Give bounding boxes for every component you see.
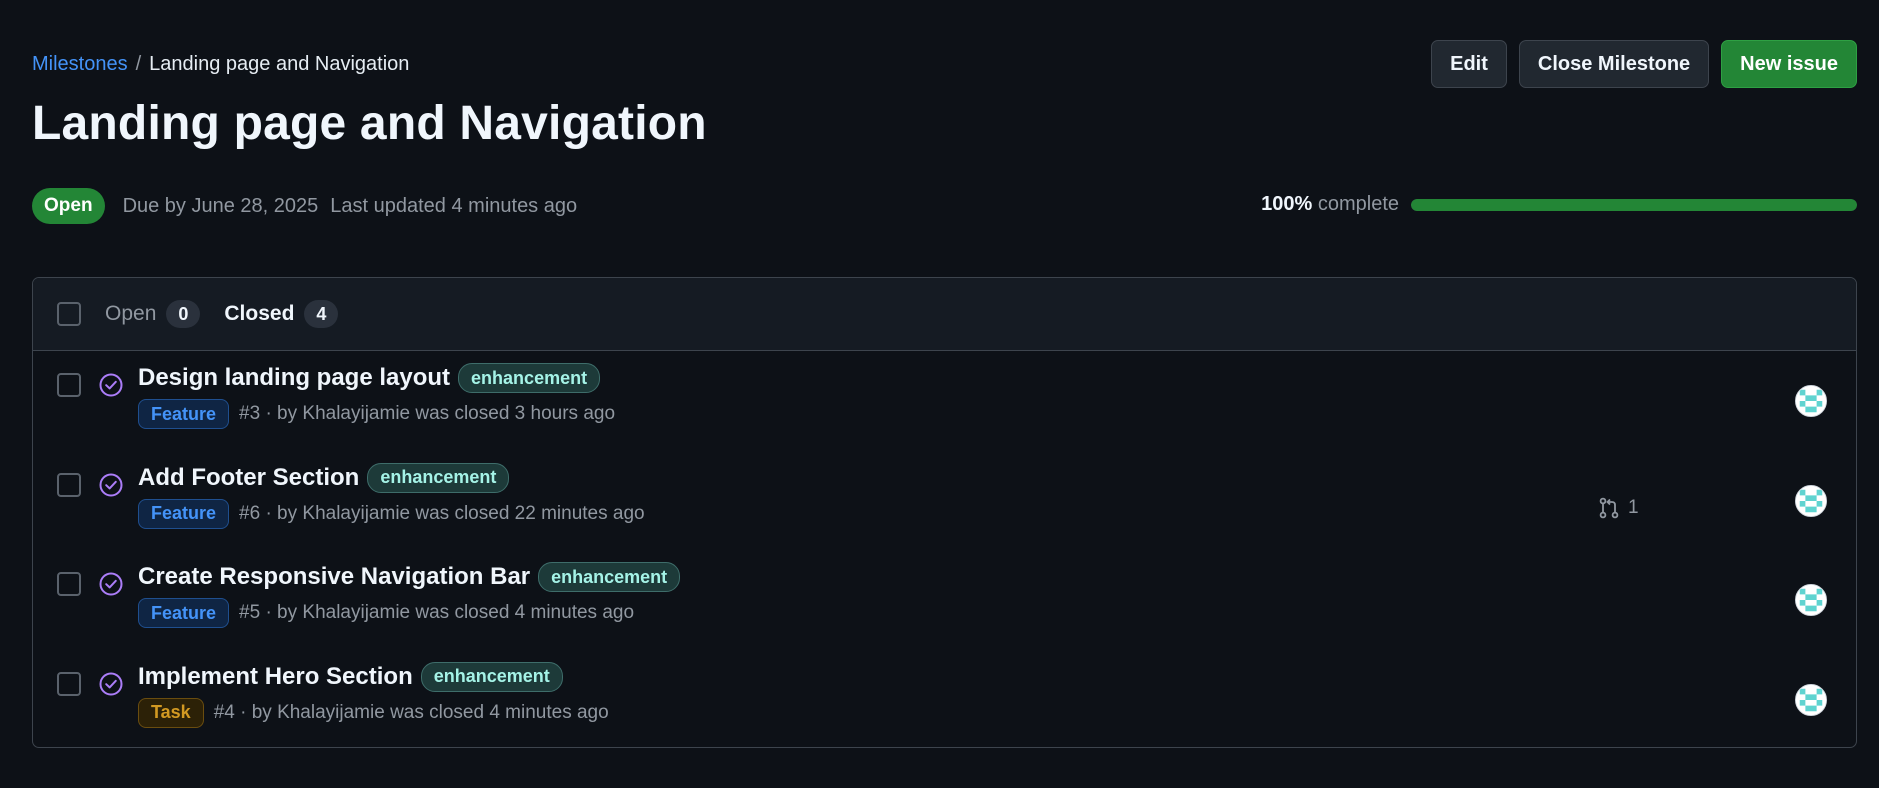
breadcrumb-current: Landing page and Navigation xyxy=(149,53,410,75)
issue-title-link[interactable]: Create Responsive Navigation Bar xyxy=(138,563,530,591)
select-all-checkbox[interactable] xyxy=(57,302,81,326)
issue-closed-icon xyxy=(99,473,123,496)
issues-list-header: Open 0 Closed 4 xyxy=(33,278,1856,351)
progress-bar-fill xyxy=(1411,198,1857,211)
filter-open-tab[interactable]: Open 0 xyxy=(105,300,201,328)
git-pull-request-icon xyxy=(1599,497,1619,518)
issue-row: Implement Hero Section enhancement Task … xyxy=(33,650,1856,748)
issue-closed-icon xyxy=(99,572,123,596)
issue-type-badge[interactable]: Feature xyxy=(138,498,230,529)
due-date: Due by June 28, 2025 xyxy=(122,194,319,217)
issue-checkbox[interactable] xyxy=(57,472,81,497)
issue-meta: #5 · by Khalayijamie was closed 4 minute… xyxy=(239,602,635,623)
issue-label[interactable]: enhancement xyxy=(420,661,563,692)
issue-type-badge[interactable]: Feature xyxy=(138,399,230,429)
issue-content: Design landing page layout enhancement F… xyxy=(138,363,615,429)
assignee-avatar[interactable] xyxy=(1795,484,1827,517)
last-updated: Last updated 4 minutes ago xyxy=(330,194,578,217)
issue-label[interactable]: enhancement xyxy=(538,562,681,592)
issue-row: Create Responsive Navigation Bar enhance… xyxy=(33,550,1856,650)
assignee-avatar[interactable] xyxy=(1795,683,1827,716)
issue-meta: #3 · by Khalayijamie was closed 3 hours … xyxy=(239,403,616,424)
issue-title-link[interactable]: Add Footer Section xyxy=(138,464,359,492)
breadcrumb-milestones-link[interactable]: Milestones xyxy=(32,53,128,76)
issue-checkbox[interactable] xyxy=(57,373,81,397)
issue-type-badge[interactable]: Feature xyxy=(138,598,230,628)
issue-label[interactable]: enhancement xyxy=(367,462,510,493)
new-issue-button[interactable]: New issue xyxy=(1721,40,1857,88)
close-milestone-button[interactable]: Close Milestone xyxy=(1518,40,1710,88)
filter-closed-tab[interactable]: Closed 4 xyxy=(224,300,339,328)
filter-open-label: Open xyxy=(105,302,157,325)
progress-bar xyxy=(1411,198,1857,211)
status-badge: Open xyxy=(32,188,105,224)
linked-pull-requests[interactable]: 1 xyxy=(1598,497,1639,519)
issue-checkbox[interactable] xyxy=(57,572,81,596)
issues-list: Open 0 Closed 4 Design landing page layo… xyxy=(32,277,1857,748)
milestone-progress: 100% complete xyxy=(1261,193,1857,216)
assignee-avatar[interactable] xyxy=(1795,385,1827,417)
issue-label[interactable]: enhancement xyxy=(458,363,601,393)
issue-meta: #6 · by Khalayijamie was closed 22 minut… xyxy=(239,502,645,524)
issue-title-link[interactable]: Design landing page layout xyxy=(138,364,450,392)
linked-pull-requests-count: 1 xyxy=(1628,496,1639,518)
issue-closed-icon xyxy=(99,672,123,695)
page-title: Landing page and Navigation xyxy=(32,97,707,150)
filter-open-count: 0 xyxy=(166,300,201,328)
filter-closed-label: Closed xyxy=(224,302,295,325)
assignee-avatar[interactable] xyxy=(1795,584,1827,616)
issue-row: Design landing page layout enhancement F… xyxy=(33,351,1856,451)
issue-meta: #4 · by Khalayijamie was closed 4 minute… xyxy=(213,701,609,723)
issue-type-badge[interactable]: Task xyxy=(138,697,204,728)
progress-percent: 100% xyxy=(1261,193,1313,215)
issue-checkbox[interactable] xyxy=(57,671,81,696)
progress-label: complete xyxy=(1317,193,1399,215)
issue-content: Create Responsive Navigation Bar enhance… xyxy=(138,562,681,628)
issue-row: Add Footer Section enhancement Feature #… xyxy=(33,451,1856,551)
issue-closed-icon xyxy=(99,373,123,397)
breadcrumb: Milestones / Landing page and Navigation xyxy=(32,53,409,76)
milestone-meta: Open Due by June 28, 2025 Last updated 4… xyxy=(32,188,577,224)
header-actions: Edit Close Milestone New issue xyxy=(1431,40,1857,88)
issue-title-link[interactable]: Implement Hero Section xyxy=(138,663,413,691)
issue-content: Add Footer Section enhancement Feature #… xyxy=(138,462,645,529)
edit-button[interactable]: Edit xyxy=(1431,40,1507,88)
issue-content: Implement Hero Section enhancement Task … xyxy=(138,661,609,728)
breadcrumb-separator: / xyxy=(135,53,142,75)
milestone-page: Milestones / Landing page and Navigation… xyxy=(0,0,1879,788)
filter-closed-count: 4 xyxy=(304,300,339,328)
